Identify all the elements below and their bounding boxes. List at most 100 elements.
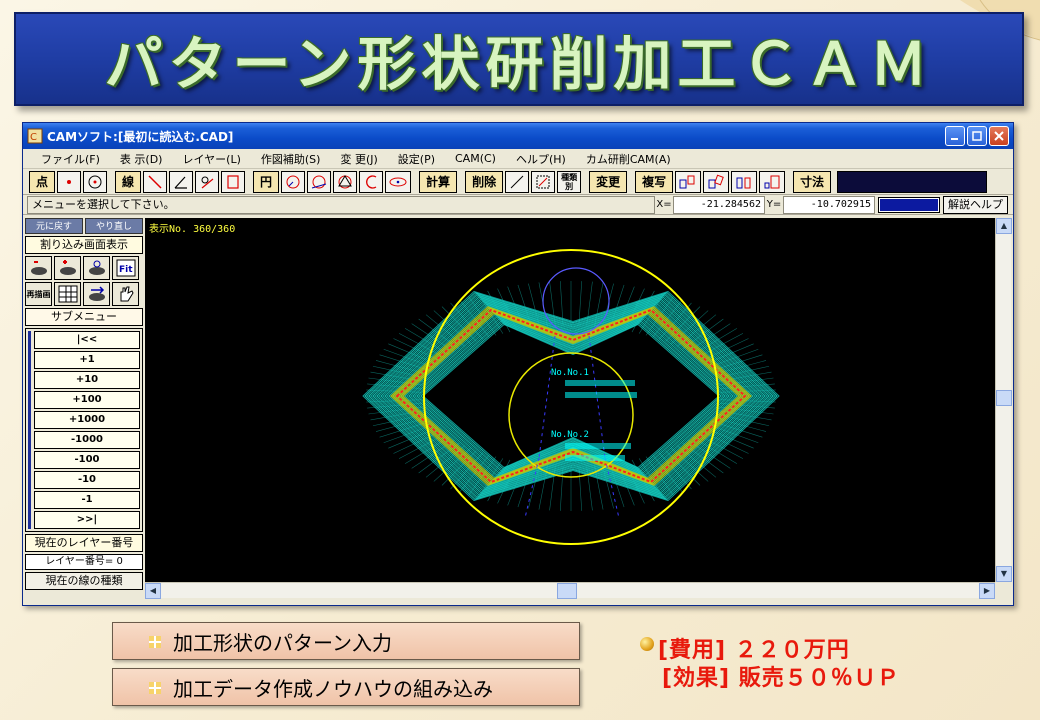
rectangle-button[interactable] — [221, 170, 246, 193]
circle-3point-icon — [338, 174, 352, 188]
copy-scale-button[interactable] — [759, 170, 786, 193]
horizontal-scrollbar[interactable]: ◀ ▶ — [145, 582, 995, 599]
point-button[interactable]: 点 — [29, 170, 56, 193]
interrupt-display-button[interactable]: 割り込み画面表示 — [25, 236, 143, 254]
annotation-no2: No.No.2 — [551, 430, 589, 440]
submenu-last-button[interactable]: >>| — [34, 511, 140, 529]
grid-button[interactable] — [54, 282, 81, 306]
menu-cam[interactable]: CAM(C) — [445, 152, 506, 165]
grid-icon — [58, 285, 77, 303]
display-count: 表示No. 360/360 — [149, 224, 236, 235]
menu-view[interactable]: 表 示(D) — [110, 151, 173, 167]
delete-area-icon — [536, 175, 550, 188]
hand-button[interactable] — [112, 282, 139, 306]
copy-rotate-icon — [708, 174, 724, 188]
dimension-button[interactable]: 寸法 — [793, 170, 832, 193]
menu-draw-aid[interactable]: 作図補助(S) — [251, 151, 331, 167]
current-line-type-label[interactable]: 現在の線の種類 — [25, 572, 143, 590]
submenu-minus1-button[interactable]: -1 — [34, 491, 140, 509]
copy-button[interactable]: 複写 — [635, 170, 674, 193]
drawing-canvas[interactable]: No.No.1 No.No.2 表示No. 360/360 — [145, 218, 1009, 582]
copy-move-icon — [679, 175, 695, 188]
close-icon — [994, 131, 1004, 141]
menu-cam-grinding[interactable]: カム研削CAM(A) — [576, 151, 681, 167]
current-layer-label: 現在のレイヤー番号 — [25, 534, 143, 552]
menu-file[interactable]: ファイル(F) — [31, 151, 110, 167]
delete-line-button[interactable] — [505, 170, 530, 193]
zoom-in-button[interactable] — [54, 256, 81, 280]
copy-mirror-button[interactable] — [731, 170, 758, 193]
maximize-button[interactable] — [967, 126, 987, 146]
point-circle-button[interactable] — [83, 170, 108, 193]
toolbar-color-panel — [837, 170, 988, 193]
circle-center-button[interactable] — [281, 170, 306, 193]
line-button[interactable]: 線 — [115, 170, 142, 193]
line-diagonal-icon — [148, 174, 162, 189]
feature-box-pattern-input: 加工形状のパターン入力 — [112, 622, 580, 660]
line-tangent-button[interactable] — [195, 170, 220, 193]
scroll-left-icon[interactable]: ◀ — [145, 583, 161, 599]
line-diagonal-button[interactable] — [143, 170, 168, 193]
zoom-previous-button[interactable] — [83, 256, 110, 280]
close-button[interactable] — [989, 126, 1009, 146]
app-icon: C — [27, 128, 43, 144]
zoom-out-button[interactable] — [25, 256, 52, 280]
cad-drawing: No.No.1 No.No.2 — [362, 249, 780, 545]
delete-button[interactable]: 削除 — [465, 170, 504, 193]
y-coordinate: -10.702915 — [783, 195, 875, 214]
y-label: Y= — [766, 199, 782, 210]
scroll-right-icon[interactable]: ▶ — [979, 583, 995, 599]
line-tangent-icon — [201, 176, 214, 188]
menu-layer[interactable]: レイヤー(L) — [172, 151, 250, 167]
menu-help[interactable]: ヘルプ(H) — [506, 151, 576, 167]
submenu-plus1000-button[interactable]: +1000 — [34, 411, 140, 429]
help-button[interactable]: 解説ヘルプ — [943, 195, 1008, 214]
copy-move-button[interactable] — [675, 170, 702, 193]
menu-settings[interactable]: 設定(P) — [388, 151, 445, 167]
submenu-plus10-button[interactable]: +10 — [34, 371, 140, 389]
undo-button[interactable]: 元に戻す — [25, 218, 83, 234]
submenu-plus100-button[interactable]: +100 — [34, 391, 140, 409]
zoom-previous-icon — [88, 260, 105, 275]
sidebar: 元に戻す やり直し 割り込み画面表示 Fit 再描画 サブメニュー |<< +1… — [25, 218, 143, 603]
line-angle-button[interactable] — [169, 170, 194, 193]
vertical-scroll-thumb[interactable] — [996, 390, 1012, 406]
ellipse-button[interactable] — [385, 170, 412, 193]
window-titlebar[interactable]: C CAMソフト:[最初に読込む.CAD] — [23, 123, 1013, 149]
circle-button[interactable]: 円 — [253, 170, 280, 193]
layer-number: レイヤー番号= 0 — [25, 554, 143, 570]
point-circle-icon — [88, 175, 102, 188]
circle-3point-button[interactable] — [333, 170, 358, 193]
pan-button[interactable] — [83, 282, 110, 306]
view-icon-grid: Fit 再描画 — [25, 256, 143, 306]
copy-rotate-button[interactable] — [703, 170, 730, 193]
calc-button[interactable]: 計算 — [419, 170, 458, 193]
vertical-scrollbar[interactable]: ▲ ▼ — [995, 218, 1012, 582]
redo-button[interactable]: やり直し — [85, 218, 143, 234]
point-dot-button[interactable] — [57, 170, 82, 193]
submenu-plus1-button[interactable]: +1 — [34, 351, 140, 369]
pan-icon — [88, 286, 105, 301]
annotation-no1: No.No.1 — [551, 368, 589, 378]
submenu-minus10-button[interactable]: -10 — [34, 471, 140, 489]
fit-icon: Fit — [116, 259, 135, 277]
delete-line-icon — [510, 175, 524, 188]
change-button[interactable]: 変更 — [589, 170, 628, 193]
redraw-button[interactable]: 再描画 — [25, 282, 52, 306]
circle-tangent-button[interactable] — [307, 170, 332, 193]
submenu-minus1000-button[interactable]: -1000 — [34, 431, 140, 449]
kind-button[interactable]: 種類別 — [557, 170, 582, 193]
svg-text:C: C — [30, 132, 37, 143]
toolbar: 点 線 円 計算 削除 種類別 変更 複写 寸法 — [23, 169, 1013, 195]
horizontal-scroll-thumb[interactable] — [557, 583, 577, 599]
fit-button[interactable]: Fit — [112, 256, 139, 280]
submenu-first-button[interactable]: |<< — [34, 331, 140, 349]
minimize-button[interactable] — [945, 126, 965, 146]
scroll-down-icon[interactable]: ▼ — [996, 566, 1012, 582]
delete-area-button[interactable] — [531, 170, 556, 193]
submenu-minus100-button[interactable]: -100 — [34, 451, 140, 469]
scroll-up-icon[interactable]: ▲ — [996, 218, 1012, 234]
arc-button[interactable] — [359, 170, 384, 193]
menu-change[interactable]: 変 更(J) — [330, 151, 387, 167]
cam-window: C CAMソフト:[最初に読込む.CAD] ファイル(F) 表 示(D) レイヤ… — [22, 122, 1014, 606]
